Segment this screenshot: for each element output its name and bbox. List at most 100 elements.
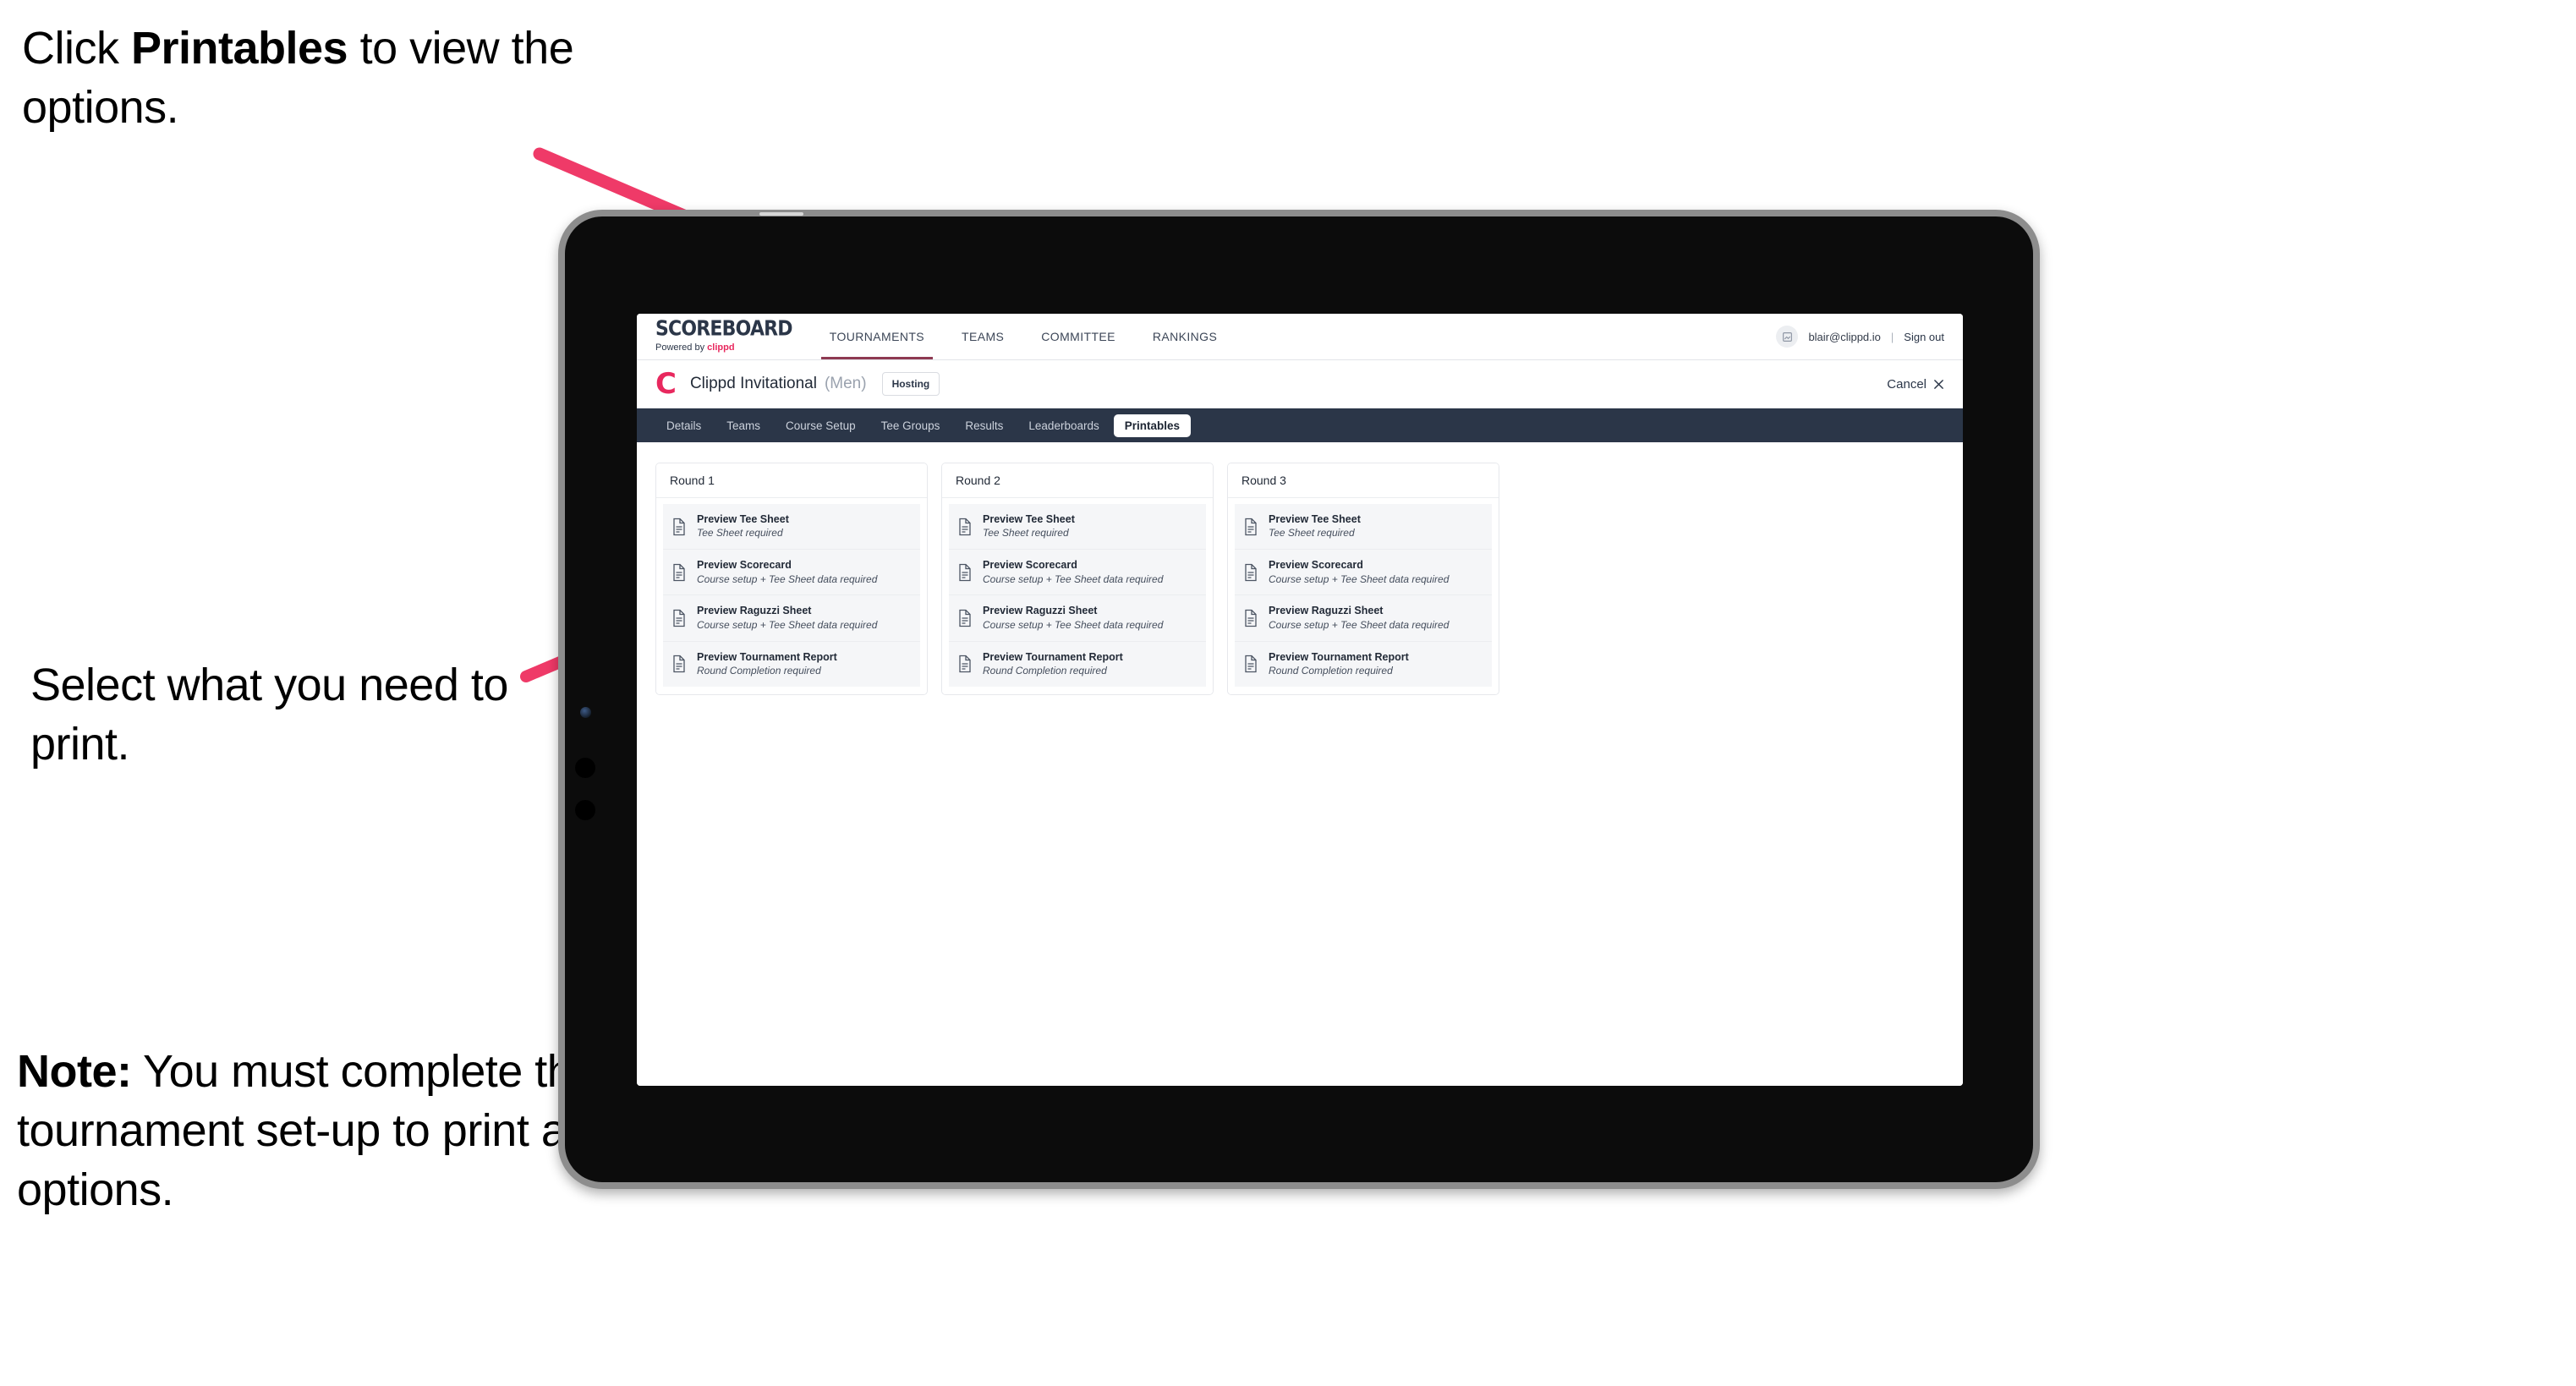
printable-item-tournament-report[interactable]: Preview Tournament Report Round Completi… [949,641,1206,687]
printable-subtitle: Tee Sheet required [697,527,783,540]
printable-title: Preview Scorecard [983,559,1077,572]
annotation-step-1-bold: Printables [131,23,348,74]
tab-results[interactable]: Results [954,414,1014,437]
printable-item-tournament-report[interactable]: Preview Tournament Report Round Completi… [663,641,920,687]
round-column-2: Round 2 Preview Tee Sheet Tee Sheet requ… [941,463,1214,695]
printable-item-raguzzi-sheet[interactable]: Preview Raguzzi Sheet Course setup + Tee… [949,595,1206,642]
printable-title: Preview Tournament Report [1269,650,1409,663]
printable-item-tournament-report[interactable]: Preview Tournament Report Round Completi… [1235,641,1492,687]
tournament-header-bar: C Clippd Invitational (Men) Hosting Canc… [637,360,1963,408]
printable-title: Preview Raguzzi Sheet [983,605,1098,617]
printables-content: Round 1 Preview Tee Sheet Tee Sheet requ… [637,442,1963,1086]
tab-details[interactable]: Details [655,414,712,437]
round-2-header: Round 2 [942,463,1213,498]
brand-title: SCOREBOARD [655,317,793,342]
annotation-note-bold: Note: [17,1046,132,1097]
nav-link-tournaments[interactable]: TOURNAMENTS [811,314,943,359]
printable-subtitle: Course setup + Tee Sheet data required [697,572,878,585]
annotation-step-2-text: Select what you need to print. [30,660,508,770]
printable-subtitle: Round Completion required [697,664,821,677]
printable-subtitle: Tee Sheet required [983,527,1069,540]
printable-title: Preview Raguzzi Sheet [1269,605,1384,617]
printable-title: Preview Scorecard [697,559,792,572]
printable-title: Preview Tee Sheet [1269,513,1361,525]
nav-link-rankings[interactable]: RANKINGS [1134,314,1236,359]
tab-course-setup[interactable]: Course Setup [775,414,867,437]
document-icon [959,518,971,535]
round-column-1: Round 1 Preview Tee Sheet Tee Sheet requ… [655,463,928,695]
printable-subtitle: Tee Sheet required [1269,527,1355,540]
status-badge: Hosting [881,372,940,396]
cancel-button[interactable]: Cancel [1887,377,1944,392]
printable-item-tee-sheet[interactable]: Preview Tee Sheet Tee Sheet required [663,504,920,551]
tournament-name: Clippd Invitational [689,375,817,392]
tab-teams[interactable]: Teams [715,414,771,437]
round-3-header: Round 3 [1228,463,1499,498]
tablet-device-frame: SCOREBOARD Powered by clippd TOURNAMENTS… [558,210,2040,1189]
document-icon [959,609,971,627]
printable-subtitle: Course setup + Tee Sheet data required [983,618,1164,631]
printable-item-tee-sheet[interactable]: Preview Tee Sheet Tee Sheet required [949,504,1206,551]
round-1-items: Preview Tee Sheet Tee Sheet required Pre… [656,498,927,694]
round-1-header: Round 1 [656,463,927,498]
account-separator: | [1890,330,1894,343]
printable-item-scorecard[interactable]: Preview Scorecard Course setup + Tee She… [1235,550,1492,596]
annotation-step-1: Click Printables to view the options. [22,19,580,137]
printable-title: Preview Tee Sheet [983,513,1075,525]
round-column-3: Round 3 Preview Tee Sheet Tee Sheet requ… [1227,463,1499,695]
document-icon [673,655,685,673]
document-icon [1245,655,1257,673]
nav-link-committee[interactable]: COMMITTEE [1022,314,1134,359]
printable-item-tee-sheet[interactable]: Preview Tee Sheet Tee Sheet required [1235,504,1492,551]
tab-tee-groups[interactable]: Tee Groups [870,414,951,437]
document-icon [959,563,971,581]
tournament-gender: (Men) [824,375,867,392]
brand-subtitle-clippd: clippd [707,342,735,353]
printable-item-scorecard[interactable]: Preview Scorecard Course setup + Tee She… [949,550,1206,596]
round-3-items: Preview Tee Sheet Tee Sheet required Pre… [1228,498,1499,694]
document-icon [1245,518,1257,535]
user-avatar-icon[interactable] [1776,326,1799,348]
tablet-camera-icon [580,707,591,718]
main-nav-links: TOURNAMENTS TEAMS COMMITTEE RANKINGS [811,314,1236,359]
top-navigation-bar: SCOREBOARD Powered by clippd TOURNAMENTS… [637,314,1963,360]
document-icon [673,518,685,535]
annotation-step-2: Select what you need to print. [30,655,555,774]
round-2-items: Preview Tee Sheet Tee Sheet required Pre… [942,498,1213,694]
document-icon [1245,609,1257,627]
brand-subtitle: Powered by clippd [655,343,792,353]
printable-subtitle: Round Completion required [1269,664,1393,677]
printable-title: Preview Raguzzi Sheet [697,605,812,617]
annotation-step-1-pre: Click [22,23,131,74]
account-email: blair@clippd.io [1808,330,1881,343]
printable-subtitle: Round Completion required [983,664,1107,677]
clippd-c-logo-icon: C [655,367,677,401]
printable-title: Preview Tournament Report [983,650,1123,663]
brand-subtitle-pre: Powered by [655,342,708,353]
printable-subtitle: Course setup + Tee Sheet data required [697,618,878,631]
nav-link-teams[interactable]: TEAMS [943,314,1022,359]
printable-subtitle: Course setup + Tee Sheet data required [983,572,1164,585]
cancel-button-label: Cancel [1887,376,1927,392]
tab-printables[interactable]: Printables [1113,414,1192,437]
tournament-tab-strip: Details Teams Course Setup Tee Groups Re… [637,408,1963,442]
sign-out-link[interactable]: Sign out [1904,331,1944,343]
printable-item-raguzzi-sheet[interactable]: Preview Raguzzi Sheet Course setup + Tee… [663,595,920,642]
app-screen: SCOREBOARD Powered by clippd TOURNAMENTS… [637,314,1963,1086]
printable-subtitle: Course setup + Tee Sheet data required [1269,572,1450,585]
account-area: blair@clippd.io | Sign out [1776,314,1963,359]
close-x-icon [1934,379,1943,389]
document-icon [673,563,685,581]
printable-item-scorecard[interactable]: Preview Scorecard Course setup + Tee She… [663,550,920,596]
tab-leaderboards[interactable]: Leaderboards [1017,414,1110,437]
printable-title: Preview Scorecard [1269,559,1363,572]
printable-subtitle: Course setup + Tee Sheet data required [1269,618,1450,631]
document-icon [1245,563,1257,581]
printable-item-raguzzi-sheet[interactable]: Preview Raguzzi Sheet Course setup + Tee… [1235,595,1492,642]
document-icon [959,655,971,673]
tablet-speaker [759,212,803,216]
printable-title: Preview Tee Sheet [697,513,789,525]
brand-logo[interactable]: SCOREBOARD Powered by clippd [637,314,811,359]
tablet-volume-up-button[interactable] [575,758,595,778]
tablet-volume-down-button[interactable] [575,800,595,820]
